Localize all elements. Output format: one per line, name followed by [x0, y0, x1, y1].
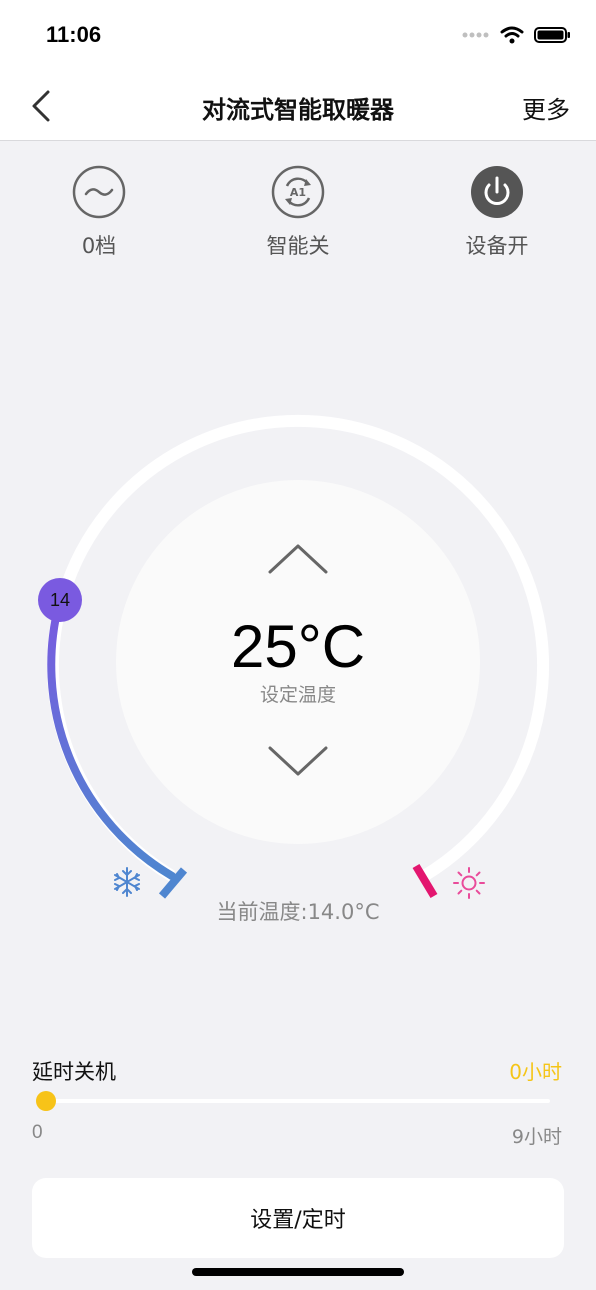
battery-icon: [534, 27, 570, 43]
snowflake-icon: [114, 867, 140, 897]
delay-slider-track[interactable]: [42, 1099, 550, 1103]
power-icon: [471, 166, 523, 218]
fan-speed-button[interactable]: 0档: [29, 164, 169, 260]
navigation-bar: 对流式智能取暖器 更多: [0, 72, 596, 141]
ai-mode-icon: A1: [271, 165, 325, 219]
set-temperature: 25°C: [230, 613, 366, 680]
decrease-temp-button[interactable]: [266, 744, 330, 780]
current-temperature: 当前温度:14.0°C: [216, 900, 380, 924]
delay-slider-min-label: 0: [32, 1122, 43, 1143]
set-temperature-label: 设定温度: [259, 684, 336, 706]
wifi-icon: [500, 26, 524, 44]
svg-text:A1: A1: [290, 186, 306, 199]
more-button[interactable]: 更多: [522, 90, 570, 125]
power-label: 设备开: [465, 234, 529, 258]
smart-mode-label: 智能关: [266, 234, 330, 258]
settings-timer-button[interactable]: 设置/定时: [32, 1178, 564, 1258]
sun-icon: [453, 867, 485, 899]
status-bar: 11:06: [0, 0, 596, 72]
smart-mode-button[interactable]: A1 智能关: [228, 164, 368, 260]
power-button[interactable]: 设备开: [427, 164, 567, 260]
status-icons: [462, 26, 572, 44]
fan-speed-icon: [72, 165, 126, 219]
home-indicator: [192, 1268, 404, 1276]
temperature-knob[interactable]: 14: [38, 578, 82, 622]
delay-slider-max-label: 9小时: [511, 1126, 562, 1148]
chevron-up-icon: [268, 544, 328, 574]
thermostat-dial: 25°C 设定温度 14 当前温度:14.0°C: [0, 380, 596, 940]
delay-slider-thumb[interactable]: [36, 1091, 56, 1111]
chevron-down-icon: [268, 746, 328, 776]
delay-shutdown-value: 0小时: [509, 1060, 562, 1084]
signal-dots-icon: [462, 32, 489, 38]
increase-temp-button[interactable]: [266, 540, 330, 576]
status-time: 11:06: [46, 22, 102, 47]
delay-shutdown-title: 延时关机: [32, 1060, 116, 1084]
quick-actions: 0档 A1 智能关 设备开: [0, 164, 596, 264]
page-title: 对流式智能取暖器: [202, 96, 394, 124]
fan-speed-label: 0档: [81, 234, 117, 258]
